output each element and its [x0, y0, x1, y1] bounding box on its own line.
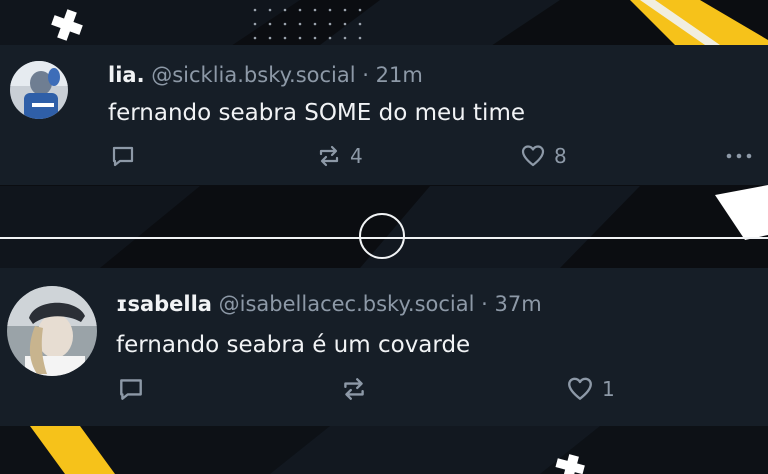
- reply-icon: [120, 379, 142, 400]
- like-icon: [521, 145, 545, 167]
- post-header: lia. @sicklia.bsky.social · 21m: [108, 63, 423, 87]
- post-text: fernando seabra é um covarde: [116, 332, 471, 358]
- display-name[interactable]: lia.: [108, 63, 145, 87]
- reply-button[interactable]: [110, 143, 136, 169]
- timestamp[interactable]: 37m: [495, 292, 542, 316]
- like-count: 1: [602, 377, 615, 401]
- separator: ·: [362, 63, 369, 87]
- repost-icon: [319, 145, 339, 167]
- like-icon: [568, 377, 592, 400]
- like-button[interactable]: 8: [520, 143, 567, 169]
- post-card[interactable]: ɪsabella @isabellacec.bsky.social · 37m …: [0, 268, 768, 426]
- repost-button[interactable]: [340, 375, 376, 403]
- repost-count: 4: [350, 144, 363, 168]
- repost-icon: [344, 378, 364, 400]
- post-header: ɪsabella @isabellacec.bsky.social · 37m: [116, 292, 542, 316]
- post-actions: 1: [0, 375, 768, 405]
- timestamp[interactable]: 21m: [376, 63, 423, 87]
- post-card[interactable]: lia. @sicklia.bsky.social · 21m fernando…: [0, 45, 768, 185]
- separator: ·: [481, 292, 488, 316]
- reply-icon: [112, 146, 134, 167]
- avatar[interactable]: [10, 61, 68, 119]
- reply-button[interactable]: [117, 375, 145, 403]
- handle[interactable]: @sicklia.bsky.social: [151, 63, 355, 87]
- avatar[interactable]: [7, 286, 97, 376]
- handle[interactable]: @isabellacec.bsky.social: [219, 292, 475, 316]
- post-text: fernando seabra SOME do meu time: [108, 100, 525, 126]
- post-actions: 4 8: [0, 143, 768, 173]
- like-button[interactable]: 1: [566, 375, 615, 403]
- more-options-button[interactable]: [724, 143, 754, 169]
- display-name[interactable]: ɪsabella: [116, 292, 212, 316]
- repost-button[interactable]: 4: [316, 143, 363, 169]
- more-icon: [726, 153, 752, 159]
- like-count: 8: [554, 144, 567, 168]
- divider-circle: [359, 213, 405, 259]
